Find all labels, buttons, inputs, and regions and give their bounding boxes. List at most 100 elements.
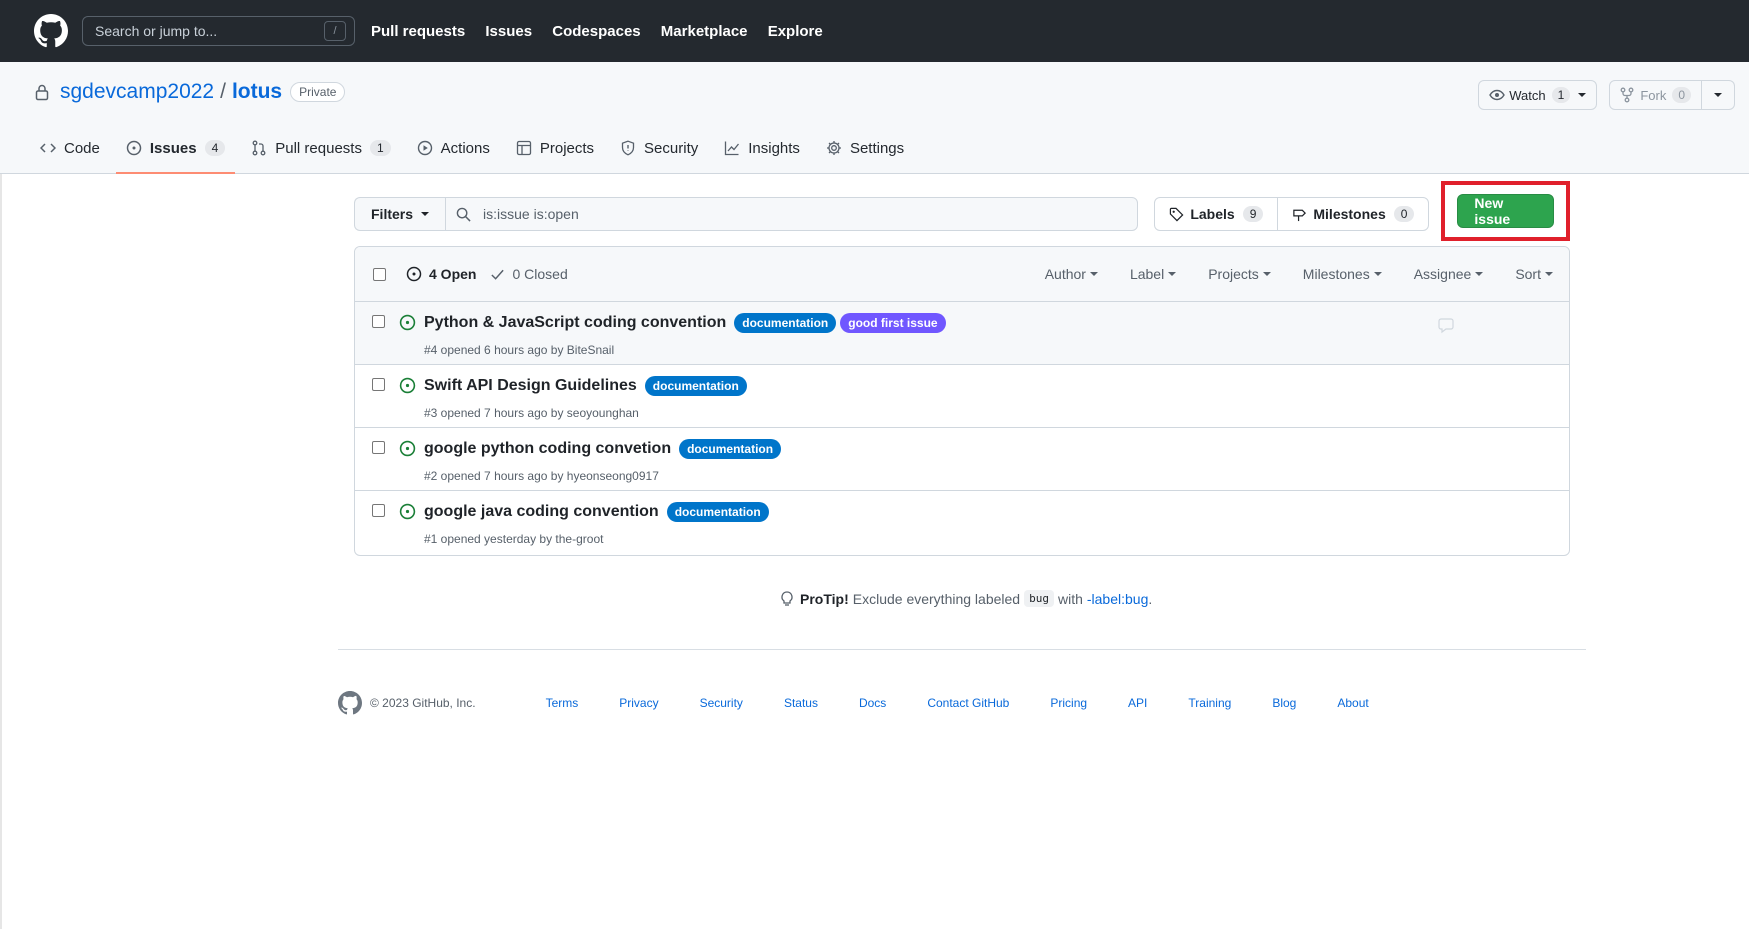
issue-row[interactable]: Swift API Design Guidelines documentatio… bbox=[355, 365, 1569, 428]
label-documentation[interactable]: documentation bbox=[644, 376, 747, 396]
eye-icon bbox=[1489, 89, 1506, 101]
label-documentation[interactable]: documentation bbox=[679, 439, 782, 459]
tab-projects[interactable]: Projects bbox=[506, 123, 604, 173]
issue-meta: #1 opened yesterday by the-groot bbox=[424, 532, 604, 546]
nav-codespaces[interactable]: Codespaces bbox=[552, 23, 640, 40]
issue-opened-icon bbox=[126, 140, 142, 156]
global-nav: Pull requests Issues Codespaces Marketpl… bbox=[371, 23, 839, 40]
footer-link-status[interactable]: Status bbox=[784, 696, 818, 710]
github-mark-icon[interactable] bbox=[338, 691, 362, 715]
label-documentation[interactable]: documentation bbox=[734, 313, 837, 333]
tab-code[interactable]: Code bbox=[30, 123, 110, 173]
tab-label: Security bbox=[644, 139, 699, 157]
tab-issues[interactable]: Issues 4 bbox=[115, 123, 236, 174]
left-edge bbox=[0, 62, 2, 929]
label-documentation[interactable]: documentation bbox=[666, 502, 769, 522]
footer-link-terms[interactable]: Terms bbox=[546, 696, 579, 710]
sort-dropdown[interactable]: Sort bbox=[1515, 266, 1553, 282]
shield-icon bbox=[621, 140, 635, 156]
tab-pull-requests[interactable]: Pull requests 1 bbox=[241, 123, 400, 173]
nav-marketplace[interactable]: Marketplace bbox=[661, 23, 748, 40]
label-good-first-issue[interactable]: good first issue bbox=[840, 313, 946, 333]
search-icon bbox=[456, 207, 471, 222]
repo-name-link[interactable]: lotus bbox=[232, 80, 282, 104]
projects-filter[interactable]: Projects bbox=[1208, 266, 1271, 282]
footer-link-privacy[interactable]: Privacy bbox=[619, 696, 658, 710]
repo-owner-link[interactable]: sgdevcamp2022 bbox=[60, 80, 214, 104]
issue-title-link[interactable]: google java coding convention bbox=[424, 503, 659, 521]
sorter-label: Author bbox=[1044, 266, 1086, 282]
issue-title-link[interactable]: google python coding convetion bbox=[424, 440, 671, 458]
protip: ProTip! Exclude everything labeled bug w… bbox=[780, 590, 1152, 607]
tab-label: Insights bbox=[748, 139, 800, 157]
tab-count: 4 bbox=[204, 140, 226, 156]
open-issues-filter[interactable]: 4 Open bbox=[406, 266, 476, 282]
issue-title-link[interactable]: Python & JavaScript coding convention bbox=[424, 314, 726, 332]
comment-icon[interactable] bbox=[1437, 318, 1455, 334]
tab-security[interactable]: Security bbox=[610, 123, 708, 173]
issues-search-input[interactable]: is:issue is:open bbox=[445, 197, 1139, 231]
protip-link[interactable]: -label:bug bbox=[1087, 591, 1149, 607]
footer-link-blog[interactable]: Blog bbox=[1272, 696, 1296, 710]
author-filter[interactable]: Author bbox=[1045, 266, 1098, 282]
issue-checkbox[interactable] bbox=[372, 441, 385, 454]
footer-link-security[interactable]: Security bbox=[700, 696, 743, 710]
milestones-filter[interactable]: Milestones bbox=[1303, 266, 1382, 282]
github-logo-icon[interactable] bbox=[34, 14, 68, 48]
new-issue-button[interactable]: New issue bbox=[1457, 194, 1554, 228]
nav-pull-requests[interactable]: Pull requests bbox=[371, 23, 465, 40]
tab-actions[interactable]: Actions bbox=[407, 123, 500, 173]
footer-link-docs[interactable]: Docs bbox=[859, 696, 886, 710]
sorter-label: Label bbox=[1129, 266, 1165, 282]
nav-explore[interactable]: Explore bbox=[768, 23, 823, 40]
fork-dropdown-button[interactable] bbox=[1702, 80, 1735, 110]
footer-link-contact[interactable]: Contact GitHub bbox=[927, 696, 1009, 710]
milestones-count: 0 bbox=[1393, 206, 1415, 222]
issues-search-query: is:issue is:open bbox=[483, 206, 579, 222]
tab-label: Issues bbox=[149, 139, 197, 157]
milestones-button[interactable]: Milestones 0 bbox=[1277, 198, 1428, 230]
issue-row[interactable]: Python & JavaScript coding convention do… bbox=[355, 302, 1569, 365]
footer: © 2023 GitHub, Inc. Terms Privacy Securi… bbox=[338, 691, 1410, 715]
footer-link-about[interactable]: About bbox=[1337, 696, 1368, 710]
footer-link-api[interactable]: API bbox=[1128, 696, 1147, 710]
milestones-label: Milestones bbox=[1313, 206, 1386, 222]
footer-link-pricing[interactable]: Pricing bbox=[1050, 696, 1087, 710]
tab-insights[interactable]: Insights bbox=[714, 123, 810, 173]
issue-checkbox[interactable] bbox=[372, 315, 385, 328]
issue-checkbox[interactable] bbox=[372, 378, 385, 391]
issue-row[interactable]: google java coding convention documentat… bbox=[355, 491, 1569, 554]
protip-end: . bbox=[1148, 590, 1153, 607]
closed-issues-filter[interactable]: 0 Closed bbox=[490, 266, 568, 282]
tag-icon bbox=[1170, 207, 1184, 221]
select-all-checkbox[interactable] bbox=[373, 267, 386, 281]
issue-meta: #4 opened 6 hours ago by BiteSnail bbox=[424, 343, 615, 357]
labels-button[interactable]: Labels 9 bbox=[1155, 198, 1277, 230]
code-icon bbox=[40, 143, 56, 153]
chevron-down-icon bbox=[421, 212, 430, 216]
copyright: © 2023 GitHub, Inc. bbox=[370, 696, 476, 710]
watch-count: 1 bbox=[1551, 87, 1571, 103]
fork-label: Fork bbox=[1640, 87, 1667, 103]
watch-button[interactable]: Watch 1 bbox=[1478, 80, 1598, 110]
closed-count-label: 0 Closed bbox=[512, 266, 568, 282]
footer-link-training[interactable]: Training bbox=[1188, 696, 1231, 710]
issue-checkbox[interactable] bbox=[372, 504, 385, 517]
gear-icon bbox=[826, 141, 841, 155]
repo-title: sgdevcamp2022 / lotus Private bbox=[34, 80, 346, 104]
issue-opened-icon bbox=[406, 266, 422, 282]
nav-issues[interactable]: Issues bbox=[485, 23, 532, 40]
issue-title-link[interactable]: Swift API Design Guidelines bbox=[424, 377, 637, 395]
assignee-filter[interactable]: Assignee bbox=[1414, 266, 1484, 282]
label-filter[interactable]: Label bbox=[1129, 266, 1177, 282]
filters-button[interactable]: Filters bbox=[354, 197, 446, 231]
issue-opened-icon bbox=[399, 314, 416, 331]
issues-toolbar: Filters is:issue is:open Labels 9 Milest… bbox=[354, 181, 1570, 241]
issue-title-line: Swift API Design Guidelines documentatio… bbox=[424, 376, 747, 396]
protip-with: with bbox=[1057, 590, 1083, 607]
issue-title-line: Python & JavaScript coding convention do… bbox=[424, 313, 946, 333]
search-input[interactable]: Search or jump to... / bbox=[82, 16, 355, 46]
fork-button[interactable]: Fork 0 bbox=[1609, 80, 1702, 110]
tab-settings[interactable]: Settings bbox=[816, 123, 914, 173]
issue-row[interactable]: google python coding convetion documenta… bbox=[355, 428, 1569, 491]
